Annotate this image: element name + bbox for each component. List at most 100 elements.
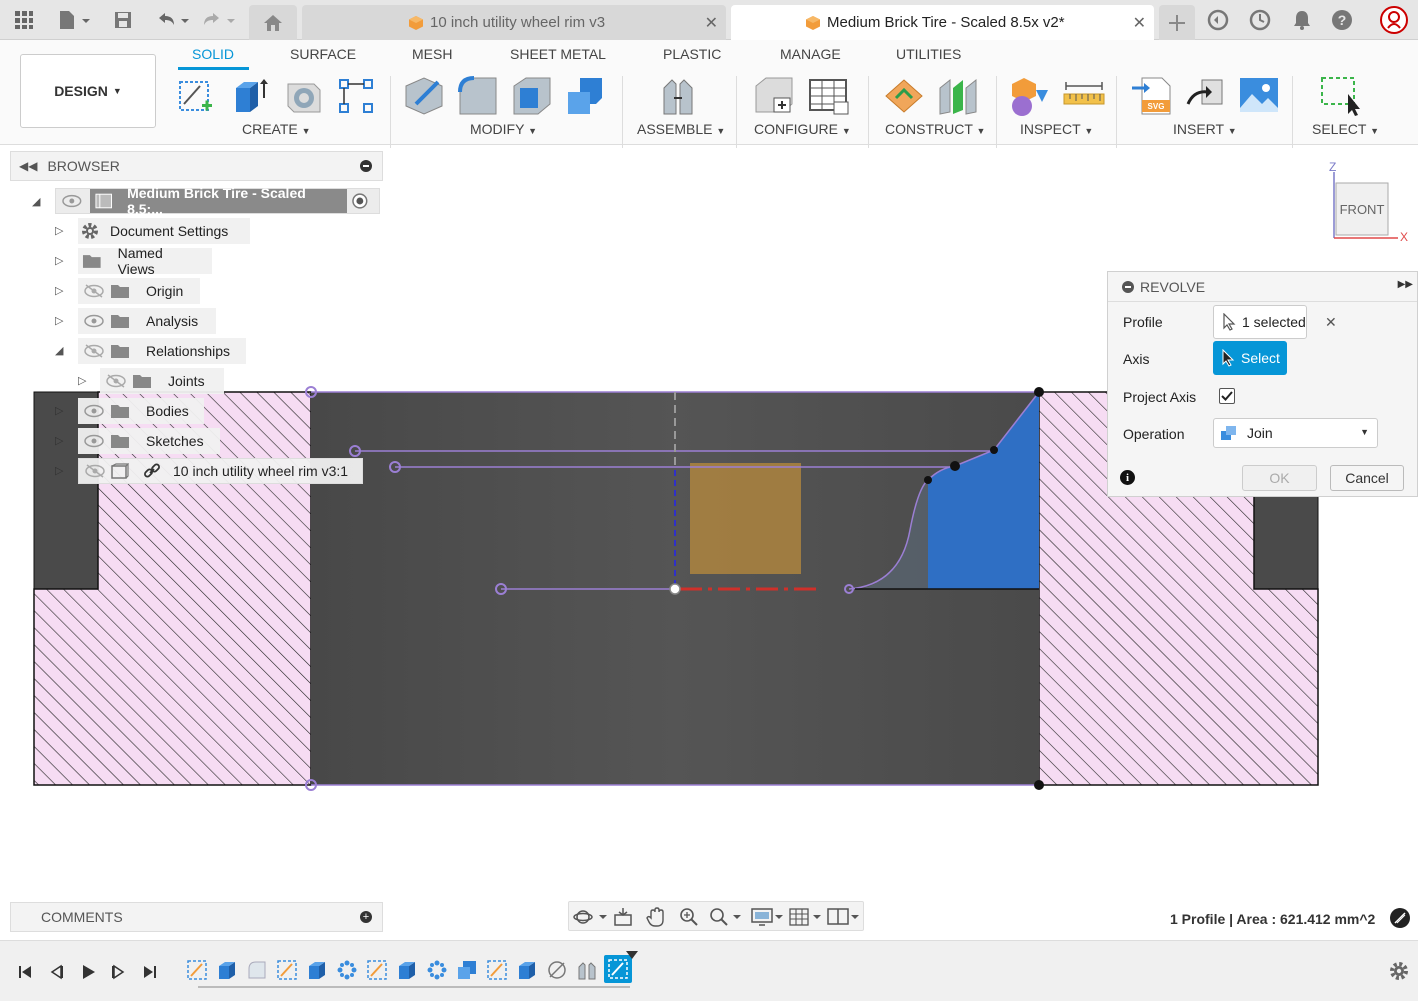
- view-cube[interactable]: FRONT Z X: [1329, 160, 1408, 244]
- go-to-end-icon[interactable]: [139, 961, 161, 983]
- axis-select-button[interactable]: Select: [1213, 341, 1287, 375]
- display-settings-icon[interactable]: [751, 907, 785, 927]
- extensions-icon[interactable]: [1206, 8, 1230, 32]
- revolve-icon[interactable]: [282, 74, 326, 118]
- design-canvas[interactable]: FRONT Z X: [0, 145, 1418, 935]
- browser-item-named-views[interactable]: Named Views: [78, 245, 212, 277]
- insert-menu[interactable]: INSERT ▼: [1173, 121, 1237, 137]
- tab-plastic[interactable]: PLASTIC: [663, 46, 721, 62]
- browser-item-sketches[interactable]: Sketches: [78, 428, 220, 454]
- extrude-icon[interactable]: [228, 74, 272, 118]
- tab-wheel-rim[interactable]: 10 inch utility wheel rim v3 ✕: [302, 5, 726, 40]
- timeline-extrude-icon[interactable]: [216, 959, 238, 981]
- construct-menu[interactable]: CONSTRUCT ▼: [885, 121, 985, 137]
- timeline-extrude-icon[interactable]: [306, 959, 328, 981]
- collapse-icon[interactable]: ◢: [55, 344, 63, 357]
- timeline-split-icon[interactable]: [546, 959, 568, 981]
- file-menu-icon[interactable]: [56, 8, 92, 32]
- workspace-switcher[interactable]: DESIGN ▼: [20, 54, 156, 128]
- timeline-combine-icon[interactable]: [456, 959, 478, 981]
- configure-table-icon[interactable]: [806, 74, 850, 118]
- browser-root-component[interactable]: Medium Brick Tire - Scaled 8.5:...: [55, 185, 380, 217]
- eye-hidden-icon[interactable]: [84, 284, 104, 298]
- inspect-menu[interactable]: INSPECT ▼: [1020, 121, 1093, 137]
- project-axis-checkbox[interactable]: [1219, 388, 1235, 404]
- close-icon[interactable]: ✕: [1133, 13, 1146, 33]
- clear-selection-icon[interactable]: ✕: [1325, 314, 1337, 331]
- tab-solid[interactable]: SOLID: [192, 46, 234, 62]
- eye-icon[interactable]: [62, 194, 82, 208]
- look-at-icon[interactable]: [613, 907, 633, 927]
- modify-menu[interactable]: MODIFY ▼: [470, 121, 537, 137]
- shell-icon[interactable]: [510, 74, 554, 118]
- browser-minimize-icon[interactable]: [360, 160, 372, 172]
- press-pull-icon[interactable]: [402, 74, 446, 118]
- ok-button[interactable]: OK: [1242, 465, 1317, 491]
- expand-icon[interactable]: ▷: [78, 374, 86, 387]
- create-sketch-icon[interactable]: [174, 74, 218, 118]
- expand-dialog-icon[interactable]: ▶▶: [1398, 279, 1413, 290]
- timeline-pattern-icon[interactable]: [336, 959, 358, 981]
- timeline-settings-icon[interactable]: [1388, 960, 1410, 982]
- timeline-sketch-icon[interactable]: [366, 959, 388, 981]
- timeline-extrude-icon[interactable]: [516, 959, 538, 981]
- tab-manage[interactable]: MANAGE: [780, 46, 841, 62]
- select-window-icon[interactable]: [1318, 74, 1362, 118]
- revolve-dialog-header[interactable]: REVOLVE ▶▶: [1108, 272, 1417, 302]
- orbit-icon[interactable]: [573, 907, 609, 927]
- measure-tool-icon[interactable]: [1390, 908, 1410, 928]
- timeline-pattern-icon[interactable]: [426, 959, 448, 981]
- browser-item-linked-component[interactable]: 10 inch utility wheel rim v3:1: [78, 458, 363, 484]
- timeline-joint-icon[interactable]: [576, 959, 598, 981]
- insert-derive-icon[interactable]: [1184, 74, 1228, 118]
- info-icon[interactable]: i: [1120, 470, 1135, 485]
- job-status-icon[interactable]: [1248, 8, 1272, 32]
- undo-icon[interactable]: [154, 8, 190, 32]
- browser-item-bodies[interactable]: Bodies: [78, 398, 204, 424]
- browser-item-relationships[interactable]: Relationships: [78, 338, 246, 364]
- collapse-panel-icon[interactable]: ◀◀: [19, 159, 37, 173]
- browser-item-analysis[interactable]: Analysis: [78, 308, 216, 334]
- tab-utilities[interactable]: UTILITIES: [896, 46, 961, 62]
- insert-canvas-icon[interactable]: [1238, 74, 1282, 118]
- origin-point[interactable]: [669, 583, 681, 595]
- parameters-icon[interactable]: [752, 74, 796, 118]
- radio-activate-icon[interactable]: [351, 192, 369, 210]
- user-avatar[interactable]: [1380, 6, 1408, 34]
- interference-icon[interactable]: [1008, 74, 1052, 118]
- notifications-icon[interactable]: [1290, 8, 1314, 32]
- home-tab[interactable]: [249, 5, 297, 40]
- browser-header[interactable]: ◀◀ BROWSER: [10, 151, 383, 181]
- expand-icon[interactable]: ▷: [55, 434, 63, 447]
- insert-svg-icon[interactable]: SVG: [1130, 74, 1174, 118]
- timeline-extrude-icon[interactable]: [396, 959, 418, 981]
- eye-icon[interactable]: [84, 434, 104, 448]
- go-to-start-icon[interactable]: [14, 961, 36, 983]
- redo-icon[interactable]: [200, 8, 236, 32]
- pattern-icon[interactable]: [334, 74, 378, 118]
- cancel-button[interactable]: Cancel: [1330, 465, 1404, 491]
- collapse-icon[interactable]: ◢: [32, 195, 40, 208]
- browser-item-joints[interactable]: Joints: [100, 368, 224, 394]
- eye-icon[interactable]: [84, 314, 104, 328]
- fit-icon[interactable]: [709, 907, 743, 927]
- step-back-icon[interactable]: [46, 961, 68, 983]
- zoom-icon[interactable]: [679, 907, 699, 927]
- eye-icon[interactable]: [84, 404, 104, 418]
- grid-settings-icon[interactable]: [789, 907, 823, 927]
- profile-selection-button[interactable]: 1 selected: [1213, 305, 1307, 339]
- operation-dropdown[interactable]: Join ▼: [1213, 418, 1378, 448]
- tab-surface[interactable]: SURFACE: [290, 46, 356, 62]
- midplane-icon[interactable]: [936, 74, 980, 118]
- eye-hidden-icon[interactable]: [85, 464, 105, 478]
- measure-icon[interactable]: [1062, 74, 1106, 118]
- eye-hidden-icon[interactable]: [106, 374, 126, 388]
- help-icon[interactable]: ?: [1330, 8, 1354, 32]
- close-icon[interactable]: ✕: [705, 13, 718, 33]
- expand-icon[interactable]: ▷: [55, 224, 63, 237]
- joint-icon[interactable]: [656, 74, 700, 118]
- tab-sheet-metal[interactable]: SHEET METAL: [510, 46, 606, 62]
- timeline-sketch-icon[interactable]: [486, 959, 508, 981]
- configure-menu[interactable]: CONFIGURE ▼: [754, 121, 851, 137]
- timeline-fillet-icon[interactable]: [246, 959, 268, 981]
